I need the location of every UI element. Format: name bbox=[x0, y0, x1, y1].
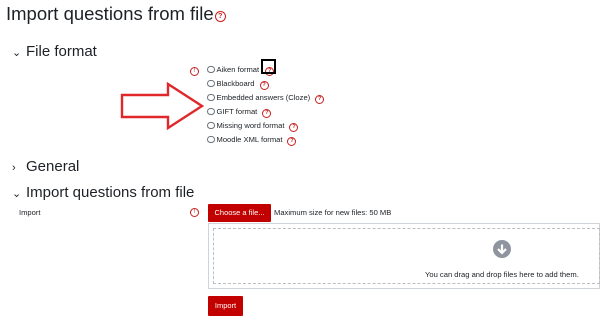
drop-hint-text: You can drag and drop files here to add … bbox=[425, 270, 579, 279]
radio-label: GIFT format bbox=[216, 107, 258, 116]
radio-label: Missing word format bbox=[216, 121, 285, 130]
choose-file-button[interactable]: Choose a file... bbox=[208, 204, 271, 222]
radio-button[interactable] bbox=[207, 121, 215, 129]
radio-option-missing-word[interactable]: Missing word format? bbox=[207, 120, 299, 132]
radio-label: Blackboard bbox=[216, 79, 255, 88]
help-icon[interactable]: ? bbox=[287, 137, 297, 146]
highlight-box bbox=[261, 59, 276, 74]
radio-button[interactable] bbox=[207, 135, 215, 143]
chevron-down-icon: ⌄ bbox=[12, 47, 22, 59]
import-button[interactable]: Import bbox=[208, 296, 243, 316]
max-size-text: Maximum size for new files: 50 MB bbox=[274, 208, 392, 217]
required-icon: ! bbox=[190, 67, 199, 76]
radio-button[interactable] bbox=[207, 65, 215, 73]
radio-label: Embedded answers (Cloze) bbox=[216, 93, 311, 102]
radio-option-blackboard[interactable]: Blackboard? bbox=[207, 78, 269, 90]
radio-label: Moodle XML format bbox=[216, 135, 283, 144]
radio-option-moodle-xml[interactable]: Moodle XML format? bbox=[207, 134, 297, 146]
radio-label: Aiken format bbox=[216, 65, 260, 74]
page-title: Import questions from file? bbox=[6, 3, 226, 25]
radio-button[interactable] bbox=[207, 93, 215, 101]
section-file-format[interactable]: ⌄ File format bbox=[12, 43, 97, 60]
annotation-arrow-icon bbox=[120, 82, 205, 131]
help-icon[interactable]: ? bbox=[214, 11, 226, 22]
page-title-text: Import questions from file bbox=[6, 3, 214, 24]
section-general-label: General bbox=[26, 158, 80, 175]
radio-option-gift[interactable]: GIFT format? bbox=[207, 106, 272, 118]
help-icon[interactable]: ? bbox=[289, 123, 299, 132]
download-arrow-icon bbox=[493, 240, 511, 258]
section-file-format-label: File format bbox=[26, 43, 97, 60]
section-general[interactable]: › General bbox=[12, 158, 79, 175]
help-icon[interactable]: ? bbox=[259, 81, 269, 90]
required-icon: ! bbox=[190, 208, 199, 217]
chevron-down-icon: ⌄ bbox=[12, 188, 22, 200]
help-icon[interactable]: ? bbox=[315, 95, 325, 104]
import-field-label: Import bbox=[19, 208, 41, 217]
section-import-questions-label: Import questions from file bbox=[26, 184, 195, 201]
help-icon[interactable]: ? bbox=[262, 109, 272, 118]
radio-button[interactable] bbox=[207, 79, 215, 87]
chevron-right-icon: › bbox=[12, 162, 16, 174]
radio-option-cloze[interactable]: Embedded answers (Cloze)? bbox=[207, 92, 325, 104]
section-import-questions[interactable]: ⌄ Import questions from file bbox=[12, 184, 194, 201]
radio-button[interactable] bbox=[207, 107, 215, 115]
